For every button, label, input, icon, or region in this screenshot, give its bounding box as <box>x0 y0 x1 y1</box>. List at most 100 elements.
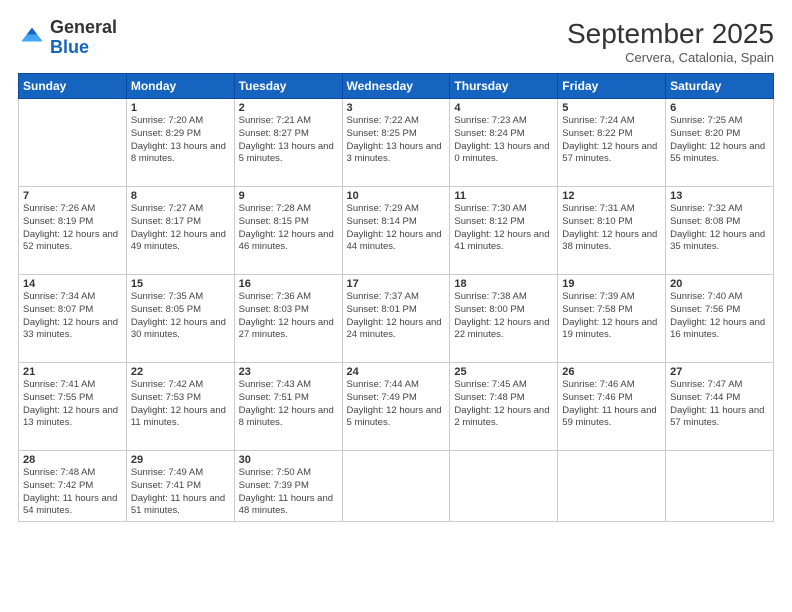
day-number: 20 <box>670 278 769 290</box>
day-cell: 26Sunrise: 7:46 AMSunset: 7:46 PMDayligh… <box>558 363 666 451</box>
day-cell: 29Sunrise: 7:49 AMSunset: 7:41 PMDayligh… <box>126 451 234 522</box>
day-cell: 14Sunrise: 7:34 AMSunset: 8:07 PMDayligh… <box>19 275 127 363</box>
day-cell <box>666 451 774 522</box>
day-cell <box>19 99 127 187</box>
day-number: 6 <box>670 102 769 114</box>
day-number: 14 <box>23 278 122 290</box>
day-number: 9 <box>239 190 338 202</box>
day-number: 13 <box>670 190 769 202</box>
day-number: 2 <box>239 102 338 114</box>
day-info: Sunrise: 7:40 AMSunset: 7:56 PMDaylight:… <box>670 291 769 342</box>
day-number: 21 <box>23 366 122 378</box>
day-number: 3 <box>347 102 446 114</box>
day-info: Sunrise: 7:36 AMSunset: 8:03 PMDaylight:… <box>239 291 338 342</box>
day-cell: 24Sunrise: 7:44 AMSunset: 7:49 PMDayligh… <box>342 363 450 451</box>
page: General Blue September 2025 Cervera, Cat… <box>0 0 792 612</box>
day-info: Sunrise: 7:48 AMSunset: 7:42 PMDaylight:… <box>23 467 122 518</box>
day-number: 11 <box>454 190 553 202</box>
day-cell: 10Sunrise: 7:29 AMSunset: 8:14 PMDayligh… <box>342 187 450 275</box>
day-cell: 11Sunrise: 7:30 AMSunset: 8:12 PMDayligh… <box>450 187 558 275</box>
day-info: Sunrise: 7:38 AMSunset: 8:00 PMDaylight:… <box>454 291 553 342</box>
weekday-header-thursday: Thursday <box>450 74 558 99</box>
day-cell: 12Sunrise: 7:31 AMSunset: 8:10 PMDayligh… <box>558 187 666 275</box>
day-info: Sunrise: 7:25 AMSunset: 8:20 PMDaylight:… <box>670 115 769 166</box>
day-cell: 17Sunrise: 7:37 AMSunset: 8:01 PMDayligh… <box>342 275 450 363</box>
day-cell: 15Sunrise: 7:35 AMSunset: 8:05 PMDayligh… <box>126 275 234 363</box>
day-info: Sunrise: 7:44 AMSunset: 7:49 PMDaylight:… <box>347 379 446 430</box>
day-cell: 13Sunrise: 7:32 AMSunset: 8:08 PMDayligh… <box>666 187 774 275</box>
day-cell: 2Sunrise: 7:21 AMSunset: 8:27 PMDaylight… <box>234 99 342 187</box>
day-number: 8 <box>131 190 230 202</box>
day-cell: 28Sunrise: 7:48 AMSunset: 7:42 PMDayligh… <box>19 451 127 522</box>
day-info: Sunrise: 7:21 AMSunset: 8:27 PMDaylight:… <box>239 115 338 166</box>
week-row-0: 1Sunrise: 7:20 AMSunset: 8:29 PMDaylight… <box>19 99 774 187</box>
day-cell: 20Sunrise: 7:40 AMSunset: 7:56 PMDayligh… <box>666 275 774 363</box>
day-info: Sunrise: 7:23 AMSunset: 8:24 PMDaylight:… <box>454 115 553 166</box>
day-cell: 16Sunrise: 7:36 AMSunset: 8:03 PMDayligh… <box>234 275 342 363</box>
day-number: 15 <box>131 278 230 290</box>
day-cell: 7Sunrise: 7:26 AMSunset: 8:19 PMDaylight… <box>19 187 127 275</box>
day-info: Sunrise: 7:39 AMSunset: 7:58 PMDaylight:… <box>562 291 661 342</box>
weekday-header-sunday: Sunday <box>19 74 127 99</box>
day-info: Sunrise: 7:37 AMSunset: 8:01 PMDaylight:… <box>347 291 446 342</box>
day-info: Sunrise: 7:22 AMSunset: 8:25 PMDaylight:… <box>347 115 446 166</box>
day-cell: 22Sunrise: 7:42 AMSunset: 7:53 PMDayligh… <box>126 363 234 451</box>
day-cell: 6Sunrise: 7:25 AMSunset: 8:20 PMDaylight… <box>666 99 774 187</box>
day-number: 7 <box>23 190 122 202</box>
day-info: Sunrise: 7:49 AMSunset: 7:41 PMDaylight:… <box>131 467 230 518</box>
day-cell <box>558 451 666 522</box>
day-info: Sunrise: 7:24 AMSunset: 8:22 PMDaylight:… <box>562 115 661 166</box>
week-row-4: 28Sunrise: 7:48 AMSunset: 7:42 PMDayligh… <box>19 451 774 522</box>
day-cell: 23Sunrise: 7:43 AMSunset: 7:51 PMDayligh… <box>234 363 342 451</box>
day-number: 22 <box>131 366 230 378</box>
weekday-header-monday: Monday <box>126 74 234 99</box>
logo-text: General Blue <box>50 18 117 58</box>
day-number: 18 <box>454 278 553 290</box>
day-number: 16 <box>239 278 338 290</box>
day-info: Sunrise: 7:26 AMSunset: 8:19 PMDaylight:… <box>23 203 122 254</box>
day-info: Sunrise: 7:29 AMSunset: 8:14 PMDaylight:… <box>347 203 446 254</box>
day-cell <box>342 451 450 522</box>
day-number: 23 <box>239 366 338 378</box>
week-row-2: 14Sunrise: 7:34 AMSunset: 8:07 PMDayligh… <box>19 275 774 363</box>
day-info: Sunrise: 7:45 AMSunset: 7:48 PMDaylight:… <box>454 379 553 430</box>
calendar: SundayMondayTuesdayWednesdayThursdayFrid… <box>18 73 774 522</box>
day-number: 5 <box>562 102 661 114</box>
day-cell: 4Sunrise: 7:23 AMSunset: 8:24 PMDaylight… <box>450 99 558 187</box>
weekday-header-row: SundayMondayTuesdayWednesdayThursdayFrid… <box>19 74 774 99</box>
day-number: 12 <box>562 190 661 202</box>
day-info: Sunrise: 7:46 AMSunset: 7:46 PMDaylight:… <box>562 379 661 430</box>
day-info: Sunrise: 7:43 AMSunset: 7:51 PMDaylight:… <box>239 379 338 430</box>
logo: General Blue <box>18 18 117 58</box>
day-cell <box>450 451 558 522</box>
day-cell: 25Sunrise: 7:45 AMSunset: 7:48 PMDayligh… <box>450 363 558 451</box>
day-number: 25 <box>454 366 553 378</box>
header: General Blue September 2025 Cervera, Cat… <box>18 18 774 65</box>
day-number: 27 <box>670 366 769 378</box>
day-cell: 8Sunrise: 7:27 AMSunset: 8:17 PMDaylight… <box>126 187 234 275</box>
month-year: September 2025 <box>567 18 774 50</box>
day-info: Sunrise: 7:28 AMSunset: 8:15 PMDaylight:… <box>239 203 338 254</box>
day-cell: 30Sunrise: 7:50 AMSunset: 7:39 PMDayligh… <box>234 451 342 522</box>
week-row-3: 21Sunrise: 7:41 AMSunset: 7:55 PMDayligh… <box>19 363 774 451</box>
day-info: Sunrise: 7:47 AMSunset: 7:44 PMDaylight:… <box>670 379 769 430</box>
day-cell: 21Sunrise: 7:41 AMSunset: 7:55 PMDayligh… <box>19 363 127 451</box>
day-number: 1 <box>131 102 230 114</box>
day-number: 17 <box>347 278 446 290</box>
day-number: 29 <box>131 454 230 466</box>
day-number: 19 <box>562 278 661 290</box>
logo-icon <box>18 24 46 52</box>
title-block: September 2025 Cervera, Catalonia, Spain <box>567 18 774 65</box>
day-cell: 1Sunrise: 7:20 AMSunset: 8:29 PMDaylight… <box>126 99 234 187</box>
location: Cervera, Catalonia, Spain <box>567 50 774 65</box>
day-cell: 27Sunrise: 7:47 AMSunset: 7:44 PMDayligh… <box>666 363 774 451</box>
day-number: 24 <box>347 366 446 378</box>
day-info: Sunrise: 7:34 AMSunset: 8:07 PMDaylight:… <box>23 291 122 342</box>
day-info: Sunrise: 7:41 AMSunset: 7:55 PMDaylight:… <box>23 379 122 430</box>
day-info: Sunrise: 7:30 AMSunset: 8:12 PMDaylight:… <box>454 203 553 254</box>
day-info: Sunrise: 7:27 AMSunset: 8:17 PMDaylight:… <box>131 203 230 254</box>
day-info: Sunrise: 7:35 AMSunset: 8:05 PMDaylight:… <box>131 291 230 342</box>
day-number: 4 <box>454 102 553 114</box>
weekday-header-saturday: Saturday <box>666 74 774 99</box>
weekday-header-friday: Friday <box>558 74 666 99</box>
